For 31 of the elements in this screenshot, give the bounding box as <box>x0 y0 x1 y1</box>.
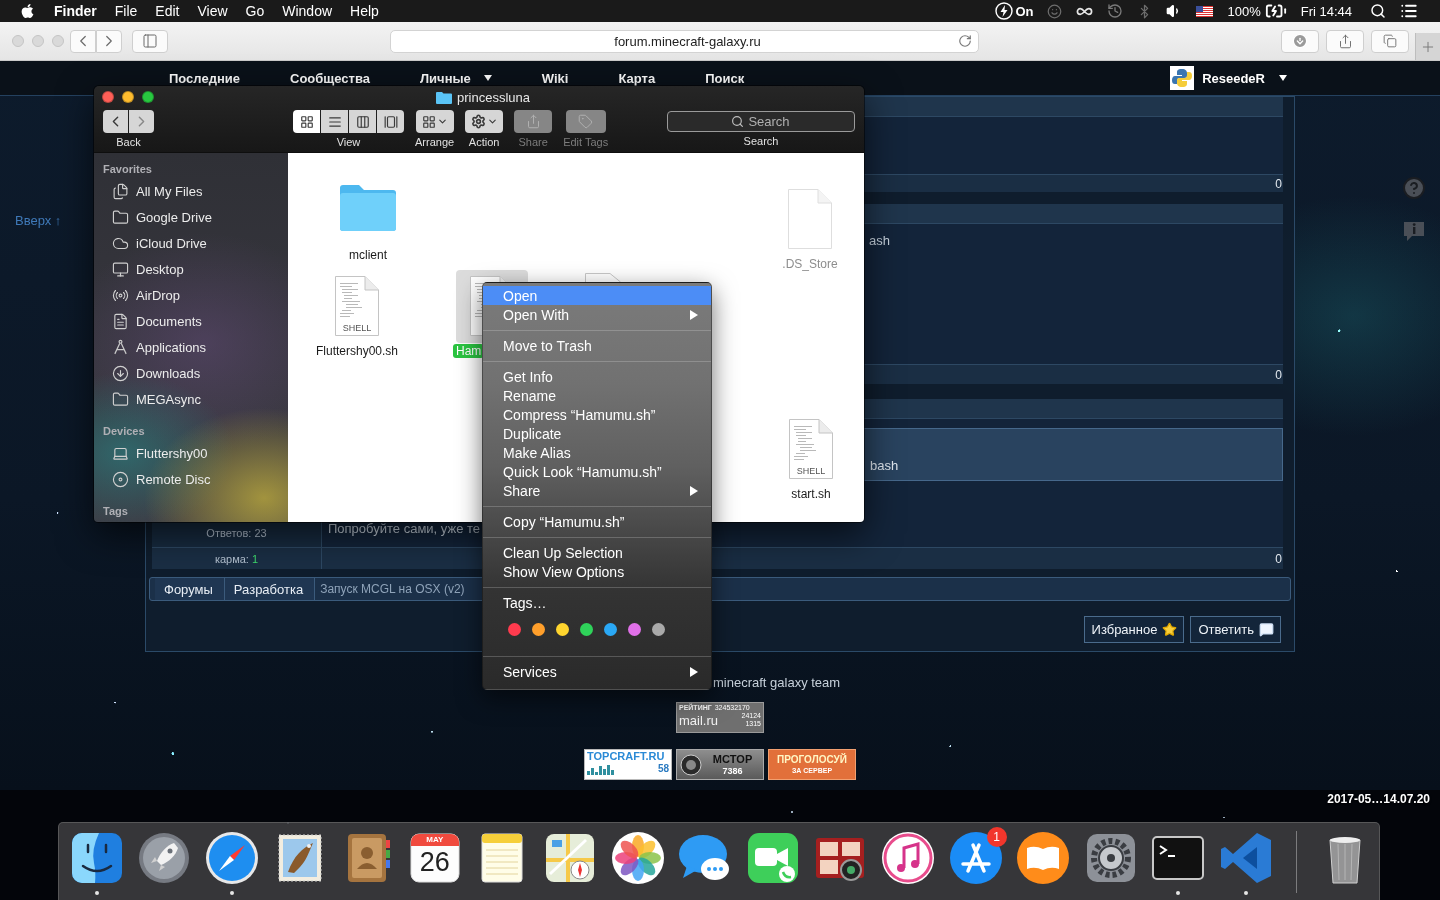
calendar-day: 26 <box>419 847 450 877</box>
notification-badge: 1 <box>986 827 1007 847</box>
karma-text: карма: 1 <box>214 552 259 565</box>
footer-credit: minecraft galaxy team <box>713 675 841 691</box>
toolbar-label: Search <box>743 135 779 147</box>
counter-title: MCTOP <box>712 752 753 766</box>
counter-value: 7386 <box>722 765 743 777</box>
replies-count: Ответов: 23 <box>206 527 267 539</box>
post-rating: 0 <box>1275 551 1282 566</box>
counter-title: TOPCRAFT.RU <box>587 750 666 763</box>
sidebar-heading: Favorites <box>102 162 153 177</box>
toolbar-label: Action <box>468 136 500 148</box>
sidebar-heading: Devices <box>102 424 146 439</box>
toolbar-label: View <box>336 136 361 148</box>
post-rating: 0 <box>1275 367 1282 382</box>
calendar-month: MAY <box>426 835 444 844</box>
file-type-label: SHELL <box>342 323 372 333</box>
window-title: princessluna <box>457 89 530 105</box>
counter-title: ПРОГОЛОСУЙ <box>777 754 847 766</box>
counter-value: 58 <box>657 763 669 775</box>
post-rating: 0 <box>1275 176 1282 191</box>
toolbar-label: Edit Tags <box>563 136 609 148</box>
toolbar-label: Arrange <box>415 136 455 148</box>
code-text: bash <box>870 458 899 473</box>
file-type-label: SHELL <box>796 466 826 476</box>
post-text: Попробуйте сами, уже те <box>328 521 481 536</box>
post-text: ash <box>869 233 890 248</box>
sidebar-heading: Tags <box>102 504 129 519</box>
toolbar-label: Back <box>116 136 141 148</box>
toolbar-label: Share <box>518 136 548 148</box>
counter-logo: mail.ru <box>679 713 718 728</box>
